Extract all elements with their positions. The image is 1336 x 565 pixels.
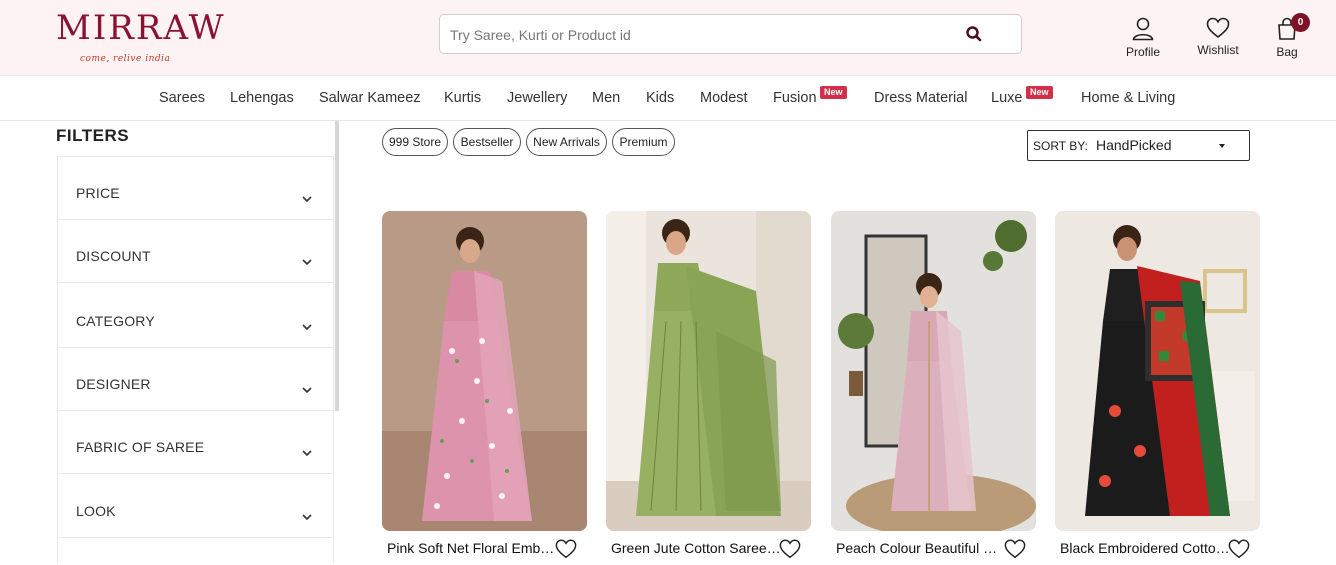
nav-item-fusion[interactable]: Fusion (773, 90, 817, 106)
product-image[interactable] (831, 211, 1036, 531)
nav-item-jewellery[interactable]: Jewellery (507, 90, 567, 106)
user-icon (1113, 17, 1173, 41)
chevron-down-icon (301, 190, 313, 203)
heart-icon (1188, 17, 1248, 39)
chip-999-store[interactable]: 999 Store (382, 128, 448, 156)
bag-count-badge: 0 (1291, 13, 1310, 32)
chevron-down-icon (301, 381, 313, 394)
bag-label: Bag (1276, 45, 1298, 59)
filter-label: DESIGNER (76, 376, 151, 392)
product-card[interactable]: Peach Colour Beautiful Organza Saree (831, 211, 1036, 563)
wishlist-link[interactable]: Wishlist (1188, 17, 1248, 61)
wishlist-heart-icon[interactable] (779, 538, 801, 560)
chevron-down-icon (301, 444, 313, 457)
search-input[interactable] (450, 24, 950, 46)
dropdown-arrow-icon (1219, 144, 1225, 148)
filter-label: DISCOUNT (76, 248, 151, 264)
profile-label: Profile (1125, 45, 1160, 59)
nav-item-lehengas[interactable]: Lehengas (230, 90, 294, 106)
product-title[interactable]: Green Jute Cotton Saree with Tassels (611, 540, 781, 556)
filters-title: FILTERS (56, 126, 130, 145)
filter-look[interactable]: LOOK (58, 475, 333, 538)
wishlist-heart-icon[interactable] (1004, 538, 1026, 560)
filter-label: PRICE (76, 185, 120, 201)
sort-select[interactable]: SORT BY: HandPicked (1027, 130, 1250, 161)
nav-item-salwar-kameez[interactable]: Salwar Kameez (319, 90, 421, 106)
filter-price[interactable]: PRICE (58, 157, 333, 220)
wishlist-label: Wishlist (1197, 43, 1239, 57)
nav-item-dress-material[interactable]: Dress Material (874, 90, 967, 106)
filter-fabric-of-saree[interactable]: FABRIC OF SAREE (58, 411, 333, 474)
new-badge-fusion: New (820, 86, 847, 99)
bag-link[interactable]: 0 Bag (1257, 13, 1317, 61)
nav-item-men[interactable]: Men (592, 90, 620, 106)
chip-premium[interactable]: Premium (612, 128, 675, 156)
chevron-down-icon (301, 253, 313, 266)
nav-item-kids[interactable]: Kids (646, 90, 674, 106)
filters-panel: PRICE DISCOUNT CATEGORY DESIGNER FABRIC … (57, 156, 334, 563)
profile-link[interactable]: Profile (1113, 17, 1173, 61)
chevron-down-icon (301, 508, 313, 521)
filters-scrollbar[interactable] (335, 121, 339, 411)
filter-label: CATEGORY (76, 313, 155, 329)
product-card[interactable]: Pink Soft Net Floral Embroidered Saree (382, 211, 587, 563)
wishlist-heart-icon[interactable] (555, 538, 577, 560)
product-title[interactable]: Black Embroidered Cotton Saree (1060, 540, 1230, 556)
product-image[interactable] (382, 211, 587, 531)
nav-item-luxe[interactable]: Luxe (991, 90, 1022, 106)
product-card[interactable]: Black Embroidered Cotton Saree (1055, 211, 1260, 563)
product-image[interactable] (606, 211, 811, 531)
search-icon[interactable] (965, 25, 983, 43)
header: MIRRAW come, relive india Profile Wishli… (0, 0, 1336, 75)
nav-item-modest[interactable]: Modest (700, 90, 748, 106)
filter-discount[interactable]: DISCOUNT (58, 220, 333, 283)
sort-value: HandPicked (1096, 137, 1172, 153)
chip-new-arrivals[interactable]: New Arrivals (526, 128, 607, 156)
chevron-down-icon (301, 318, 313, 331)
product-title[interactable]: Pink Soft Net Floral Embroidered Saree (387, 540, 557, 556)
chip-bestseller[interactable]: Bestseller (453, 128, 521, 156)
brand-tagline: come, relive india (80, 54, 171, 64)
sort-prefix: SORT BY: (1033, 139, 1088, 153)
product-title[interactable]: Peach Colour Beautiful Organza Saree (836, 540, 1006, 556)
filter-label: LOOK (76, 503, 116, 519)
product-image[interactable] (1055, 211, 1260, 531)
brand-name: MIRRAW (56, 8, 226, 48)
filter-label: FABRIC OF SAREE (76, 439, 205, 455)
new-badge-luxe: New (1026, 86, 1053, 99)
filter-category[interactable]: CATEGORY (58, 285, 333, 348)
filter-designer[interactable]: DESIGNER (58, 348, 333, 411)
nav-item-sarees[interactable]: Sarees (159, 90, 205, 106)
category-nav: Sarees Lehengas Salwar Kameez Kurtis Jew… (0, 75, 1336, 121)
wishlist-heart-icon[interactable] (1228, 538, 1250, 560)
search-bar[interactable] (439, 14, 1022, 54)
product-card[interactable]: Green Jute Cotton Saree with Tassels (606, 211, 811, 563)
nav-item-kurtis[interactable]: Kurtis (444, 90, 481, 106)
nav-item-home-living[interactable]: Home & Living (1081, 90, 1175, 106)
brand-logo[interactable]: MIRRAW come, relive india (56, 8, 224, 68)
